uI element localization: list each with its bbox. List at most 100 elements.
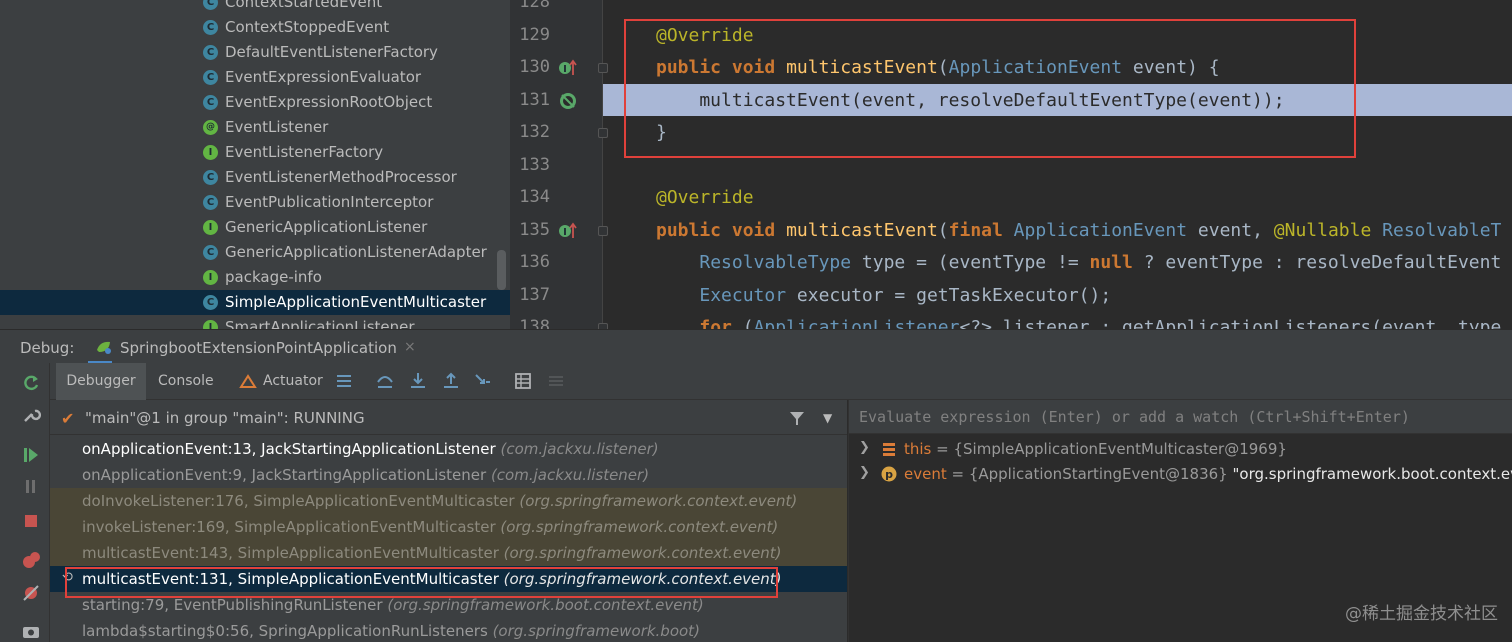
- view-breakpoints-icon[interactable]: [21, 550, 41, 570]
- class-icon: C: [203, 170, 218, 185]
- tab-actuator[interactable]: Actuator: [263, 363, 323, 400]
- frame-package: (com.jackxu.listener): [500, 440, 659, 458]
- tree-item[interactable]: C EventListenerMethodProcessor: [0, 165, 510, 190]
- run-to-cursor-icon[interactable]: [474, 372, 492, 390]
- frame-method: onApplicationEvent:9, JackStartingApplic…: [82, 466, 487, 484]
- tree-item[interactable]: I EventListenerFactory: [0, 140, 510, 165]
- tree-item[interactable]: C ContextStartedEvent: [0, 0, 510, 15]
- frame-method: onApplicationEvent:13, JackStartingAppli…: [82, 440, 496, 458]
- tab-console[interactable]: Console: [158, 363, 214, 400]
- frame-package: (org.springframework.boot.context.event): [387, 596, 704, 614]
- filter-icon[interactable]: [788, 409, 806, 427]
- interface-icon: I: [203, 145, 218, 160]
- line-number[interactable]: 133: [510, 155, 550, 175]
- frame-package: (org.springframework.context.event): [503, 544, 782, 562]
- tree-item-label: EventExpressionEvaluator: [225, 68, 422, 86]
- tree-item[interactable]: C GenericApplicationListenerAdapter: [0, 240, 510, 265]
- tree-item[interactable]: C EventExpressionRootObject: [0, 90, 510, 115]
- line-number[interactable]: 138: [510, 317, 550, 329]
- variable-name: this: [904, 440, 932, 458]
- overrides-method-icon[interactable]: I: [558, 222, 578, 240]
- stack-frame[interactable]: lambda$starting$0:56, SpringApplicationR…: [50, 618, 847, 642]
- variable-name: event: [904, 465, 947, 483]
- overrides-method-icon[interactable]: I: [558, 59, 578, 77]
- code-line[interactable]: 138 for (ApplicationListener<?> listener…: [510, 311, 1512, 329]
- debug-header: Debug: SpringbootExtensionPointApplicati…: [0, 329, 1512, 364]
- tree-item[interactable]: C SimpleApplicationEventMulticaster: [0, 290, 510, 315]
- parameter-icon: p: [881, 466, 897, 482]
- tree-item-label: SimpleApplicationEventMulticaster: [225, 293, 487, 311]
- line-number[interactable]: 137: [510, 285, 550, 305]
- rerun-icon[interactable]: [21, 373, 41, 393]
- line-number[interactable]: 134: [510, 187, 550, 207]
- stack-frame[interactable]: multicastEvent:143, SimpleApplicationEve…: [50, 540, 847, 566]
- stack-frame[interactable]: onApplicationEvent:9, JackStartingApplic…: [50, 462, 847, 488]
- tree-item[interactable]: @ EventListener: [0, 115, 510, 140]
- camera-icon[interactable]: [21, 621, 41, 641]
- tree-item-label: EventPublicationInterceptor: [225, 193, 434, 211]
- line-number[interactable]: 130: [510, 57, 550, 77]
- tree-item[interactable]: C EventExpressionEvaluator: [0, 65, 510, 90]
- variable-row[interactable]: ❯ this = {SimpleApplicationEventMulticas…: [849, 437, 1512, 462]
- thread-selector[interactable]: ✔ "main"@1 in group "main": RUNNING ▼: [50, 400, 847, 435]
- tree-item-label: SmartApplicationListener: [225, 318, 415, 329]
- code-text: for (ApplicationListener<?> listener : g…: [699, 317, 1502, 329]
- fold-marker-icon[interactable]: [598, 225, 608, 236]
- tab-debugger[interactable]: Debugger: [56, 363, 146, 400]
- frame-label: lambda$starting$0:56, SpringApplicationR…: [82, 622, 700, 640]
- evaluate-expression-input[interactable]: [849, 400, 1512, 434]
- tree-item[interactable]: Ipackage-info: [0, 265, 510, 290]
- settings-wrench-icon[interactable]: [21, 405, 41, 425]
- code-line[interactable]: 136 ResolvableType type = (eventType != …: [510, 246, 1512, 279]
- code-text: ResolvableType type = (eventType != null…: [699, 252, 1502, 273]
- line-number[interactable]: 129: [510, 25, 550, 45]
- code-line[interactable]: 134 @Override: [510, 181, 1512, 214]
- close-icon[interactable]: ×: [404, 339, 416, 355]
- tree-item[interactable]: C DefaultEventListenerFactory: [0, 40, 510, 65]
- chevron-right-icon[interactable]: ❯: [859, 465, 870, 480]
- tree-item[interactable]: I GenericApplicationListener: [0, 215, 510, 240]
- class-icon: C: [203, 45, 218, 60]
- variable-row[interactable]: ❯ p event = {ApplicationStartingEvent@18…: [849, 462, 1512, 487]
- tree-item[interactable]: C EventPublicationInterceptor: [0, 190, 510, 215]
- step-into-icon[interactable]: [409, 372, 427, 390]
- chevron-right-icon[interactable]: ❯: [859, 440, 870, 455]
- class-icon: C: [203, 95, 218, 110]
- line-number[interactable]: 135: [510, 220, 550, 240]
- stack-frame[interactable]: onApplicationEvent:13, JackStartingAppli…: [50, 436, 847, 462]
- line-number[interactable]: 136: [510, 252, 550, 272]
- tree-scrollbar[interactable]: [497, 250, 506, 290]
- fold-marker-icon[interactable]: [598, 63, 608, 73]
- frame-label: multicastEvent:143, SimpleApplicationEve…: [82, 544, 782, 562]
- trace-current-stream-icon[interactable]: [547, 372, 565, 390]
- resume-icon[interactable]: [21, 445, 41, 465]
- debug-config-tab[interactable]: SpringbootExtensionPointApplication ×: [88, 330, 416, 364]
- line-number[interactable]: 131: [510, 90, 550, 110]
- frame-method: doInvokeListener:176, SimpleApplicationE…: [82, 492, 515, 510]
- code-text: @Override: [656, 187, 754, 208]
- step-out-icon[interactable]: [442, 372, 460, 390]
- tree-item-label: GenericApplicationListenerAdapter: [225, 243, 487, 261]
- code-line[interactable]: 137 Executor executor = getTaskExecutor(…: [510, 279, 1512, 312]
- stack-frame[interactable]: invokeListener:169, SimpleApplicationEve…: [50, 514, 847, 540]
- code-line[interactable]: 135 Ipublic void multicastEvent(final App…: [510, 214, 1512, 247]
- code-line[interactable]: 128: [510, 0, 1512, 19]
- tree-item[interactable]: C ContextStoppedEvent: [0, 15, 510, 40]
- line-number[interactable]: 132: [510, 122, 550, 142]
- project-tree: C ContextStartedEvent C ContextStoppedEvent…: [0, 0, 510, 329]
- mute-breakpoints-icon[interactable]: [21, 583, 41, 603]
- stack-frame[interactable]: doInvokeListener:176, SimpleApplicationE…: [50, 488, 847, 514]
- evaluate-expression-icon[interactable]: [514, 372, 532, 390]
- tree-item[interactable]: I SmartApplicationListener: [0, 315, 510, 329]
- menu-icon[interactable]: [335, 372, 353, 390]
- class-icon: C: [203, 70, 218, 85]
- pause-icon[interactable]: [21, 477, 41, 497]
- fold-marker-icon[interactable]: [598, 128, 608, 138]
- stop-icon[interactable]: [21, 511, 41, 531]
- frame-label: onApplicationEvent:13, JackStartingAppli…: [82, 440, 659, 458]
- muted-breakpoint-icon[interactable]: [558, 92, 578, 110]
- step-over-icon[interactable]: [376, 372, 394, 390]
- chevron-down-icon[interactable]: ▼: [823, 411, 832, 425]
- line-number[interactable]: 128: [510, 0, 550, 12]
- svg-text:p: p: [885, 468, 893, 481]
